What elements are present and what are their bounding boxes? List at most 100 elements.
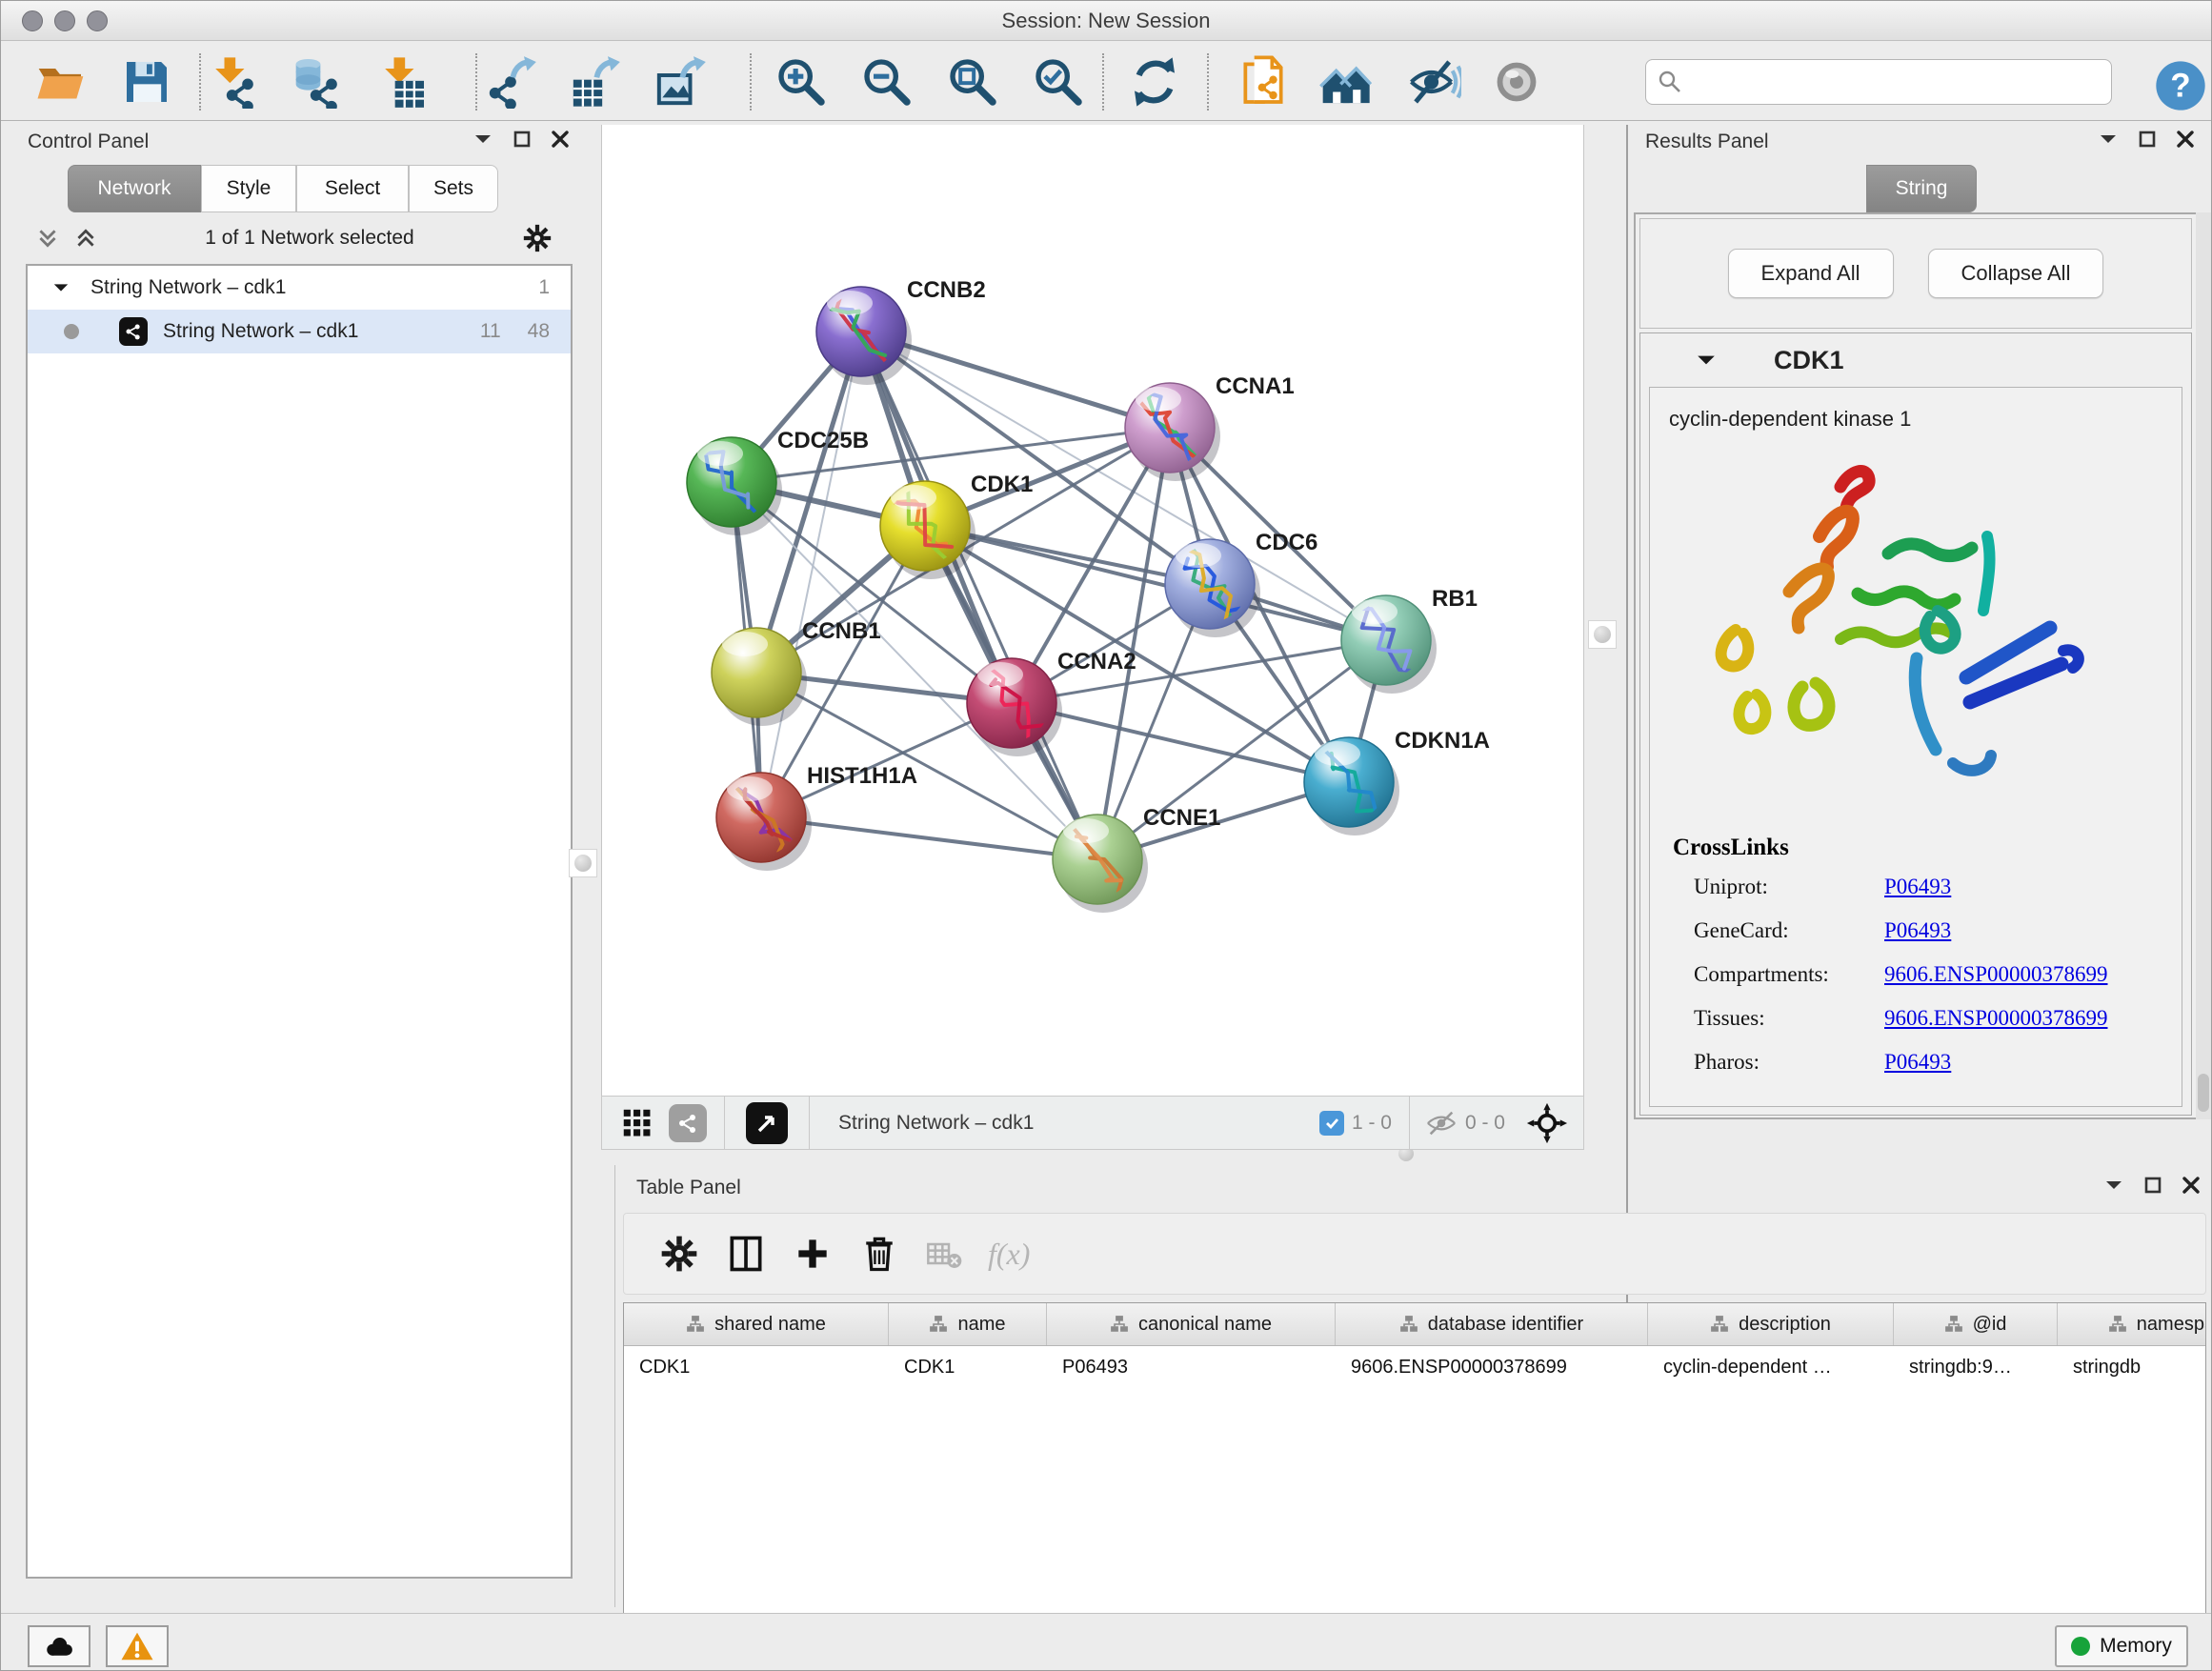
close-panel-icon[interactable] [552, 131, 569, 148]
network-node-CDC6[interactable]: CDC6 [1165, 530, 1317, 637]
selected-checkbox-icon[interactable] [1319, 1111, 1344, 1136]
add-column-icon[interactable] [792, 1233, 834, 1275]
table-cell: P06493 [1047, 1346, 1336, 1388]
network-node-RB1[interactable]: RB1 [1341, 586, 1478, 694]
close-panel-icon[interactable] [2182, 1177, 2200, 1194]
results-tab-string[interactable]: String [1866, 165, 1977, 212]
float-panel-icon[interactable] [2144, 1177, 2162, 1194]
folder-open-button[interactable] [30, 51, 92, 112]
cloud-button[interactable] [28, 1625, 90, 1667]
import-network-database-button[interactable] [287, 51, 350, 112]
warnings-button[interactable] [106, 1625, 169, 1667]
expand-all-button[interactable]: Expand All [1728, 249, 1894, 298]
eye-button[interactable] [1485, 51, 1548, 112]
eye-slash-button[interactable] [1403, 51, 1466, 112]
crosslink-label: GeneCard: [1694, 918, 1884, 943]
network-share-view-icon[interactable] [669, 1104, 707, 1142]
collapse-all-icon[interactable] [35, 226, 60, 251]
tree-expand-caret-icon[interactable] [52, 281, 70, 294]
pages-share-button[interactable] [1232, 51, 1295, 112]
save-floppy-button[interactable] [115, 51, 178, 112]
collapse-all-button[interactable]: Collapse All [1928, 249, 2104, 298]
float-panel-icon[interactable] [513, 131, 531, 148]
crosslink-link[interactable]: 9606.ENSP00000378699 [1884, 1006, 2108, 1031]
export-table-button[interactable] [563, 51, 626, 112]
network-node-CCNB2[interactable]: CCNB2 [816, 277, 986, 385]
tab-select[interactable]: Select [296, 165, 409, 212]
tab-network[interactable]: Network [68, 165, 201, 212]
crosslink-link[interactable]: P06493 [1884, 1050, 1951, 1075]
panel-menu-icon[interactable] [2104, 1178, 2123, 1192]
tab-style[interactable]: Style [201, 165, 296, 212]
panel-menu-icon[interactable] [2099, 132, 2118, 146]
results-panel-title: Results Panel [1645, 131, 1769, 153]
crosslink-label: Tissues: [1694, 1006, 1884, 1031]
search-input[interactable] [1690, 70, 2100, 94]
toolbar-separator [199, 53, 201, 111]
network-node-CDK1[interactable]: CDK1 [880, 472, 1033, 579]
crosslink-link[interactable]: 9606.ENSP00000378699 [1884, 962, 2108, 987]
search-box[interactable] [1645, 59, 2112, 105]
show-columns-icon[interactable] [725, 1233, 767, 1275]
export-image-button[interactable] [649, 51, 712, 112]
left-splitter-handle[interactable] [569, 849, 597, 877]
import-table-button[interactable] [372, 51, 435, 112]
table-row[interactable]: CDK1CDK1P064939606.ENSP00000378699cyclin… [624, 1346, 2205, 1388]
network-edge-HIST1H1A-CCNE1[interactable] [761, 817, 1097, 859]
network-canvas[interactable]: CCNB2CCNA1CDC25BCDK1CDC6RB1CCNB1CCNA2CDK… [601, 125, 1584, 1096]
table-cell: 9606.ENSP00000378699 [1336, 1346, 1648, 1388]
memory-button[interactable]: Memory [2055, 1625, 2188, 1667]
hidden-eye-slash-icon[interactable] [1425, 1109, 1458, 1137]
column-type-icon [929, 1315, 948, 1334]
network-edge-CCNB2-HIST1H1A[interactable] [761, 332, 861, 817]
detach-view-icon[interactable] [746, 1102, 788, 1144]
panel-menu-icon[interactable] [473, 132, 493, 146]
grid-view-icon[interactable] [619, 1105, 655, 1141]
memory-label: Memory [2100, 1635, 2172, 1658]
table-cell: stringdb:9… [1894, 1346, 2058, 1388]
zoom-out-icon [860, 55, 914, 109]
refresh-button[interactable] [1123, 51, 1186, 112]
zoom-out-button[interactable] [855, 51, 918, 112]
crosslink-link[interactable]: P06493 [1884, 875, 1951, 899]
network-edge-CCNA2-CDKN1A[interactable] [1012, 703, 1349, 782]
double-house-button[interactable] [1314, 51, 1377, 112]
column-header-database-identifier[interactable]: database identifier [1336, 1303, 1648, 1345]
zoom-fit-button[interactable] [941, 51, 1004, 112]
help-button[interactable]: ? [2149, 55, 2212, 116]
column-header-name[interactable]: name [889, 1303, 1047, 1345]
close-panel-icon[interactable] [2177, 131, 2194, 148]
network-node-CCNE1[interactable]: CCNE1 [1053, 805, 1220, 913]
network-collection-row[interactable]: String Network – cdk1 1 [28, 266, 571, 310]
node-label-CCNA1: CCNA1 [1216, 373, 1295, 399]
network-node-CCNA1[interactable]: CCNA1 [1125, 373, 1295, 481]
zoom-in-button[interactable] [770, 51, 833, 112]
memory-status-dot [2071, 1637, 2090, 1656]
node-label-CDK1: CDK1 [971, 472, 1033, 497]
network-node-count: 11 [480, 320, 501, 343]
column-header-id[interactable]: @id [1894, 1303, 2058, 1345]
export-network-button[interactable] [479, 51, 542, 112]
table-settings-gear-icon[interactable] [658, 1233, 700, 1275]
column-header-canonical-name[interactable]: canonical name [1047, 1303, 1336, 1345]
network-node-CDKN1A[interactable]: CDKN1A [1304, 728, 1490, 836]
network-row[interactable]: String Network – cdk1 11 48 [28, 310, 571, 353]
network-node-CCNA2[interactable]: CCNA2 [967, 649, 1136, 756]
results-scrollbar[interactable] [2196, 212, 2211, 1119]
network-node-HIST1H1A[interactable]: HIST1H1A [716, 763, 917, 871]
float-panel-icon[interactable] [2139, 131, 2156, 148]
import-network-file-button[interactable] [203, 51, 266, 112]
gene-collapse-caret-icon[interactable] [1696, 352, 1717, 368]
column-header-namespace[interactable]: namespace [2058, 1303, 2206, 1345]
delete-column-icon[interactable] [858, 1233, 900, 1275]
tab-sets[interactable]: Sets [409, 165, 498, 212]
column-type-icon [2108, 1315, 2127, 1334]
zoom-selected-button[interactable] [1027, 51, 1090, 112]
birdseye-navigator-icon[interactable] [1526, 1102, 1568, 1144]
column-header-shared-name[interactable]: shared name [624, 1303, 889, 1345]
crosslink-link[interactable]: P06493 [1884, 918, 1951, 943]
right-splitter-handle[interactable] [1588, 620, 1617, 649]
expand-all-icon[interactable] [73, 226, 98, 251]
gear-icon[interactable] [521, 222, 553, 254]
column-header-description[interactable]: description [1648, 1303, 1894, 1345]
